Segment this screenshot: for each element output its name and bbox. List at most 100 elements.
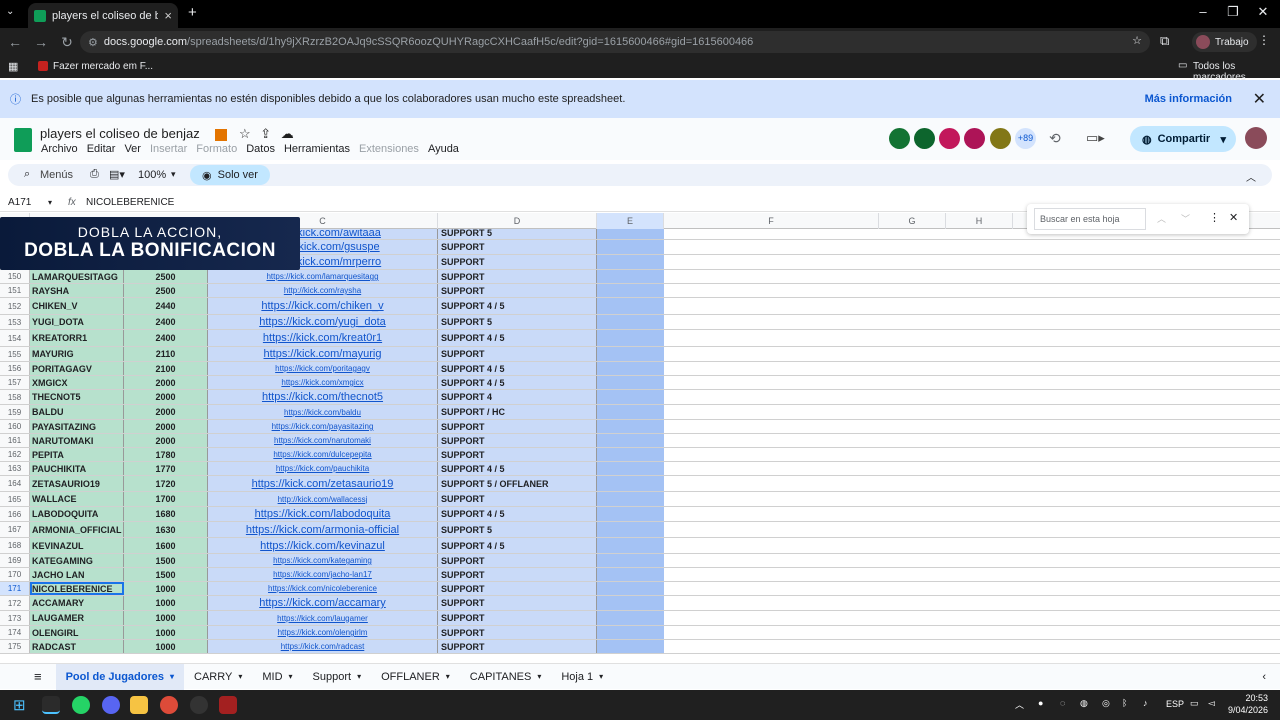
sheet-tab-offlaner[interactable]: OFFLANER ▾ <box>371 664 460 690</box>
cell-score[interactable]: 1630 <box>124 522 208 537</box>
omnibox[interactable]: ⚙ docs.google.com/spreadsheets/d/1hy9jXR… <box>80 31 1150 53</box>
row-number[interactable]: 160 <box>0 420 30 433</box>
col-header-f[interactable]: F <box>664 213 879 229</box>
cell-name[interactable]: KREATORR1 <box>30 330 124 346</box>
row-number[interactable]: 165 <box>0 492 30 506</box>
row-number[interactable]: 161 <box>0 434 30 447</box>
cell-role[interactable]: SUPPORT <box>438 611 597 625</box>
cell-role[interactable]: SUPPORT <box>438 240 597 254</box>
history-icon[interactable]: ⟲ <box>1049 130 1061 147</box>
cell-score[interactable]: 1000 <box>124 640 208 653</box>
cell-name[interactable]: KEVINAZUL <box>30 538 124 553</box>
cell-name[interactable]: JACHO LAN <box>30 568 124 581</box>
row-number[interactable]: 173 <box>0 611 30 625</box>
cell-e[interactable] <box>597 240 664 254</box>
tray-steam-icon[interactable]: ◍ <box>1080 698 1088 709</box>
cell-score[interactable]: 1680 <box>124 507 208 521</box>
language-indicator[interactable]: ESP <box>1166 699 1184 709</box>
browser-menu-icon[interactable]: ⋮ <box>1258 33 1270 47</box>
cell-e[interactable] <box>597 626 664 639</box>
cell-link[interactable]: https://kick.com/thecnot5 <box>208 390 438 404</box>
cell-link[interactable]: https://kick.com/nicoleberenice <box>208 582 438 595</box>
tray-overflow-icon[interactable]: ︿ <box>1015 698 1024 711</box>
sheets-logo-icon[interactable] <box>14 128 32 152</box>
cell-name[interactable]: PAYASITAZING <box>30 420 124 433</box>
zoom-select[interactable]: 100% <box>138 169 166 181</box>
cell-e[interactable] <box>597 255 664 269</box>
cell-score[interactable]: 2100 <box>124 362 208 375</box>
menu-ayuda[interactable]: Ayuda <box>428 143 459 155</box>
cell-link[interactable]: https://kick.com/labodoquita <box>208 507 438 521</box>
cell-e[interactable] <box>597 596 664 610</box>
cell-e[interactable] <box>597 568 664 581</box>
cell-e[interactable] <box>597 522 664 537</box>
cell-score[interactable]: 1500 <box>124 554 208 567</box>
cell-score[interactable]: 2500 <box>124 270 208 283</box>
cell-e[interactable] <box>597 462 664 475</box>
cell-role[interactable]: SUPPORT <box>438 492 597 506</box>
cell-role[interactable]: SUPPORT <box>438 640 597 653</box>
sheet-tab-pool[interactable]: Pool de Jugadores ▾ <box>55 663 185 690</box>
row-number[interactable]: 153 <box>0 315 30 329</box>
back-icon[interactable]: ← <box>2 34 28 50</box>
cell-role[interactable]: SUPPORT 4 / 5 <box>438 507 597 521</box>
cell-e[interactable] <box>597 376 664 389</box>
row-number[interactable]: 154 <box>0 330 30 346</box>
sheet-tab-capitanes[interactable]: CAPITANES ▾ <box>460 664 552 690</box>
windows-start-icon[interactable]: ⊞ <box>13 696 26 714</box>
cell-e[interactable] <box>597 315 664 329</box>
cell-score[interactable]: 1700 <box>124 492 208 506</box>
bookmark-item[interactable]: Fazer mercado em F... <box>53 61 153 72</box>
cell-e[interactable] <box>597 611 664 625</box>
forward-icon[interactable]: → <box>28 34 54 50</box>
doc-title[interactable]: players el coliseo de benjaz <box>40 126 200 141</box>
menu-ver[interactable]: Ver <box>124 143 141 155</box>
find-close-icon[interactable]: ✕ <box>1229 211 1238 224</box>
row-number[interactable]: 155 <box>0 347 30 361</box>
row-number[interactable]: 166 <box>0 507 30 521</box>
cell-link[interactable]: https://kick.com/kevinazul <box>208 538 438 553</box>
row-number[interactable]: 157 <box>0 376 30 389</box>
cell-name[interactable]: RADCAST <box>30 640 124 653</box>
cell-score[interactable]: 2110 <box>124 347 208 361</box>
cell-role[interactable]: SUPPORT <box>438 448 597 461</box>
volume-icon[interactable]: ◅ <box>1208 698 1215 709</box>
tab-search-icon[interactable]: ⌄ <box>6 6 14 17</box>
cell-score[interactable]: 1600 <box>124 538 208 553</box>
cell-role[interactable]: SUPPORT / HC <box>438 405 597 419</box>
cell-name[interactable]: LABODOQUITA <box>30 507 124 521</box>
maximize-icon[interactable]: ❐ <box>1218 4 1248 20</box>
zoom-dropdown-icon[interactable]: ▾ <box>171 169 176 180</box>
cell-e[interactable] <box>597 362 664 375</box>
cell-name[interactable]: LAMARQUESITAGG <box>30 270 124 283</box>
cell-score[interactable]: 2000 <box>124 390 208 404</box>
cell-link[interactable]: https://kick.com/pauchikita <box>208 462 438 475</box>
more-info-link[interactable]: Más información <box>1145 93 1232 105</box>
tab-close-icon[interactable]: × <box>164 8 172 23</box>
cell-link[interactable]: https://kick.com/xmgicx <box>208 376 438 389</box>
cell-link[interactable]: https://kick.com/zetasaurio19 <box>208 476 438 491</box>
steam-icon[interactable] <box>42 696 60 714</box>
new-tab-icon[interactable]: + <box>188 4 197 21</box>
chrome-icon[interactable] <box>160 696 178 714</box>
cell-role[interactable]: SUPPORT <box>438 270 597 283</box>
tray-app-icon[interactable]: ● <box>1038 698 1043 708</box>
row-number[interactable]: 163 <box>0 462 30 475</box>
cell-name[interactable]: RAYSHA <box>30 284 124 297</box>
row-number[interactable]: 158 <box>0 390 30 404</box>
cell-link[interactable]: https://kick.com/mayurig <box>208 347 438 361</box>
cell-link[interactable]: https://kick.com/lamarquesitagg <box>208 270 438 283</box>
cell-role[interactable]: SUPPORT 4 <box>438 390 597 404</box>
cell-e[interactable] <box>597 434 664 447</box>
collaborator-avatar[interactable] <box>964 128 985 149</box>
scroll-tabs-icon[interactable]: ‹ <box>1262 671 1266 683</box>
obs-icon[interactable] <box>190 696 208 714</box>
bookmark-star-icon[interactable]: ☆ <box>1132 34 1142 47</box>
meet-icon[interactable]: ▭▸ <box>1086 130 1105 146</box>
cell-e[interactable] <box>597 420 664 433</box>
sheet-tab-mid[interactable]: MID ▾ <box>252 664 302 690</box>
menu-editar[interactable]: Editar <box>87 143 116 155</box>
find-input[interactable]: Buscar en esta hoja <box>1034 208 1146 230</box>
whatsapp-icon[interactable] <box>72 696 90 714</box>
clock-date[interactable]: 9/04/2026 <box>1226 705 1268 715</box>
